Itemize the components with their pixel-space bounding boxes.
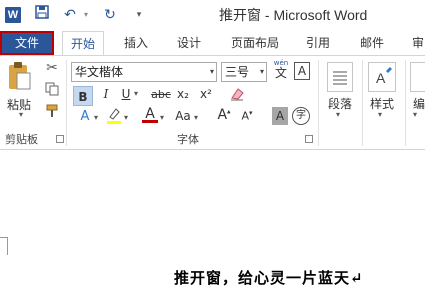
grow-font-letter: A (217, 107, 228, 123)
phonetic-guide-icon[interactable]: wén 文 (271, 59, 291, 80)
redo-icon[interactable]: ↻ (101, 5, 119, 25)
font-name-combo[interactable]: 华文楷体 ▾ (71, 62, 217, 82)
grow-font-button[interactable]: A▴ (217, 107, 231, 123)
change-case-dropdown-icon[interactable]: ▾ (194, 113, 198, 122)
copy-icon[interactable] (44, 82, 60, 99)
clipboard-launcher-icon[interactable] (56, 135, 64, 143)
title-bar: W ↶ ▾ ↻ ▾ 推开窗 - Microsoft Word (0, 0, 425, 31)
font-color-dropdown-icon[interactable]: ▾ (160, 113, 164, 122)
tab-home[interactable]: 开始 (62, 31, 105, 55)
tab-review[interactable]: 审 (412, 31, 424, 55)
clear-formatting-icon[interactable] (229, 86, 245, 105)
underline-button[interactable]: U (119, 87, 133, 101)
tab-references[interactable]: 引用 (306, 31, 330, 55)
phonetic-guide-char: 文 (274, 66, 287, 80)
cut-icon[interactable]: ✂ (44, 60, 60, 76)
tab-page-layout[interactable]: 页面布局 (231, 31, 279, 55)
font-size-value: 三号 (225, 65, 250, 79)
font-name-dropdown-icon[interactable]: ▾ (210, 63, 214, 81)
tab-design[interactable]: 设计 (177, 31, 201, 55)
group-divider (362, 60, 363, 146)
shrink-font-button[interactable]: A▾ (241, 109, 253, 123)
font-name-value: 华文楷体 (75, 65, 124, 79)
paste-dropdown-icon[interactable]: ▾ (19, 110, 23, 119)
superscript-button[interactable]: x² (198, 87, 214, 101)
strikethrough-button[interactable]: abc (150, 88, 172, 101)
font-color-letter: A (145, 106, 155, 122)
paragraph-icon[interactable] (327, 62, 353, 92)
text-effects-button[interactable]: A (77, 109, 93, 124)
character-shading-button[interactable]: A (272, 107, 288, 125)
window-title: 推开窗 - Microsoft Word (219, 7, 368, 23)
change-case-button[interactable]: Aa (173, 109, 193, 123)
customize-quick-access-icon[interactable]: ▾ (133, 5, 145, 25)
shrink-font-letter: A (241, 109, 249, 123)
save-icon[interactable] (33, 5, 51, 25)
enclose-characters-button[interactable]: 字 (292, 107, 310, 125)
font-group-label: 字体 (177, 133, 199, 146)
clipboard-group-label: 剪贴板 (5, 133, 38, 146)
styles-icon[interactable]: A (368, 62, 396, 92)
word-app-icon[interactable]: W (5, 7, 21, 23)
font-size-dropdown-icon[interactable]: ▾ (260, 63, 264, 81)
highlight-button[interactable] (106, 107, 122, 125)
bold-button[interactable]: B (73, 86, 93, 106)
character-border-icon[interactable]: A (294, 62, 310, 80)
underline-dropdown-icon[interactable]: ▾ (134, 89, 138, 98)
font-size-combo[interactable]: 三号 ▾ (221, 62, 267, 82)
format-painter-icon[interactable] (44, 104, 60, 121)
ribbon-tabs: 文件 开始 插入 设计 页面布局 引用 邮件 审 (0, 31, 425, 55)
tab-file[interactable]: 文件 (0, 31, 54, 55)
italic-button[interactable]: I (99, 87, 113, 101)
editing-dropdown-icon[interactable]: ▾ (413, 110, 417, 119)
paste-icon[interactable] (6, 61, 32, 93)
styles-dropdown-icon[interactable]: ▾ (378, 110, 382, 119)
undo-icon[interactable]: ↶ (60, 5, 80, 25)
tab-mailings[interactable]: 邮件 (360, 31, 384, 55)
text-effects-dropdown-icon[interactable]: ▾ (94, 113, 98, 122)
font-launcher-icon[interactable] (305, 135, 313, 143)
ribbon: 粘贴 ▾ ✂ 剪贴板 华文楷体 ▾ 三号 ▾ wén 文 A B I U ▾ a… (0, 55, 425, 150)
font-color-button[interactable]: A (142, 106, 158, 123)
document-area[interactable]: 推开窗，给心灵一片蓝天↵ (0, 151, 425, 308)
group-divider (318, 60, 319, 146)
group-divider (66, 60, 67, 146)
margin-corner-mark (0, 237, 8, 255)
editing-icon[interactable] (410, 62, 425, 92)
subscript-button[interactable]: x₂ (175, 87, 191, 101)
undo-dropdown-icon[interactable]: ▾ (81, 5, 91, 25)
svg-text:A: A (376, 70, 386, 86)
highlight-dropdown-icon[interactable]: ▾ (124, 113, 128, 122)
paragraph-dropdown-icon[interactable]: ▾ (336, 110, 340, 119)
group-divider (405, 60, 406, 146)
document-text-line[interactable]: 推开窗，给心灵一片蓝天↵ (174, 267, 364, 288)
tab-insert[interactable]: 插入 (124, 31, 148, 55)
